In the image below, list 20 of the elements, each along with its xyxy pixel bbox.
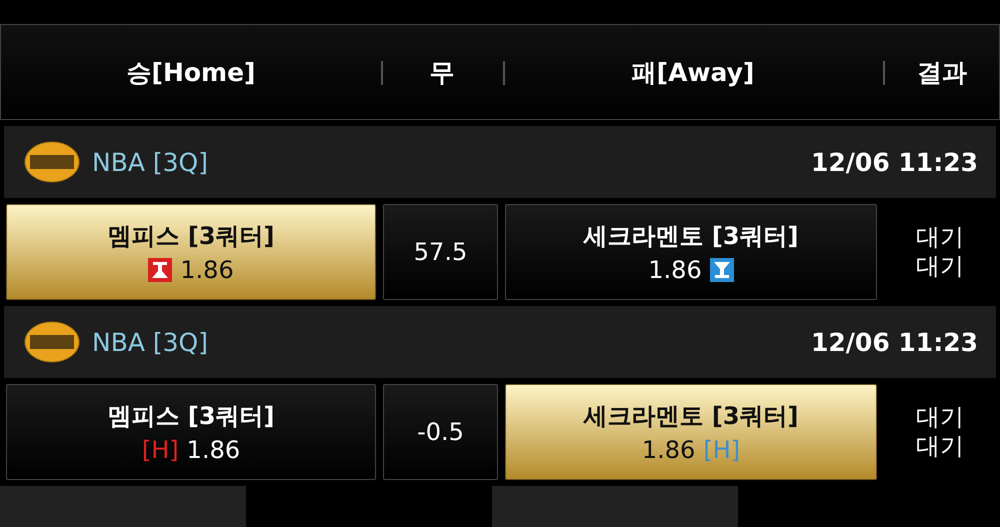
handicap-label: [H] <box>703 436 740 464</box>
result-status: 대기 <box>916 432 964 461</box>
line-value: -0.5 <box>383 384 498 480</box>
league-name: NBA [3Q] <box>92 328 208 356</box>
team-bet-button[interactable]: 멤피스 [3쿼터] [H] 1.86 <box>6 384 376 480</box>
line-value: 57.5 <box>383 204 498 300</box>
column-header: 결과 <box>917 56 967 88</box>
result-status: 대기 <box>916 252 964 281</box>
handicap-label: [H] <box>142 436 179 464</box>
team-bet-button[interactable]: 세크라멘토 [3쿼터] 1.86 <box>505 204 877 300</box>
column-header: 무 <box>430 56 454 88</box>
team-bet-button[interactable]: 멤피스 [3쿼터] 1.86 <box>6 204 376 300</box>
team-bet-button[interactable]: 세크라멘토 [3쿼터] 1.86 [H] <box>505 384 877 480</box>
game-time: 12/06 11:23 <box>811 328 978 356</box>
league-name: NBA [3Q] <box>92 148 208 176</box>
column-header: 패[Away] <box>632 56 754 88</box>
result-status: 대기 <box>916 403 964 432</box>
result-status: 대기 <box>916 223 964 252</box>
column-header: 승[Home] <box>126 56 256 88</box>
game-time: 12/06 11:23 <box>811 148 978 176</box>
